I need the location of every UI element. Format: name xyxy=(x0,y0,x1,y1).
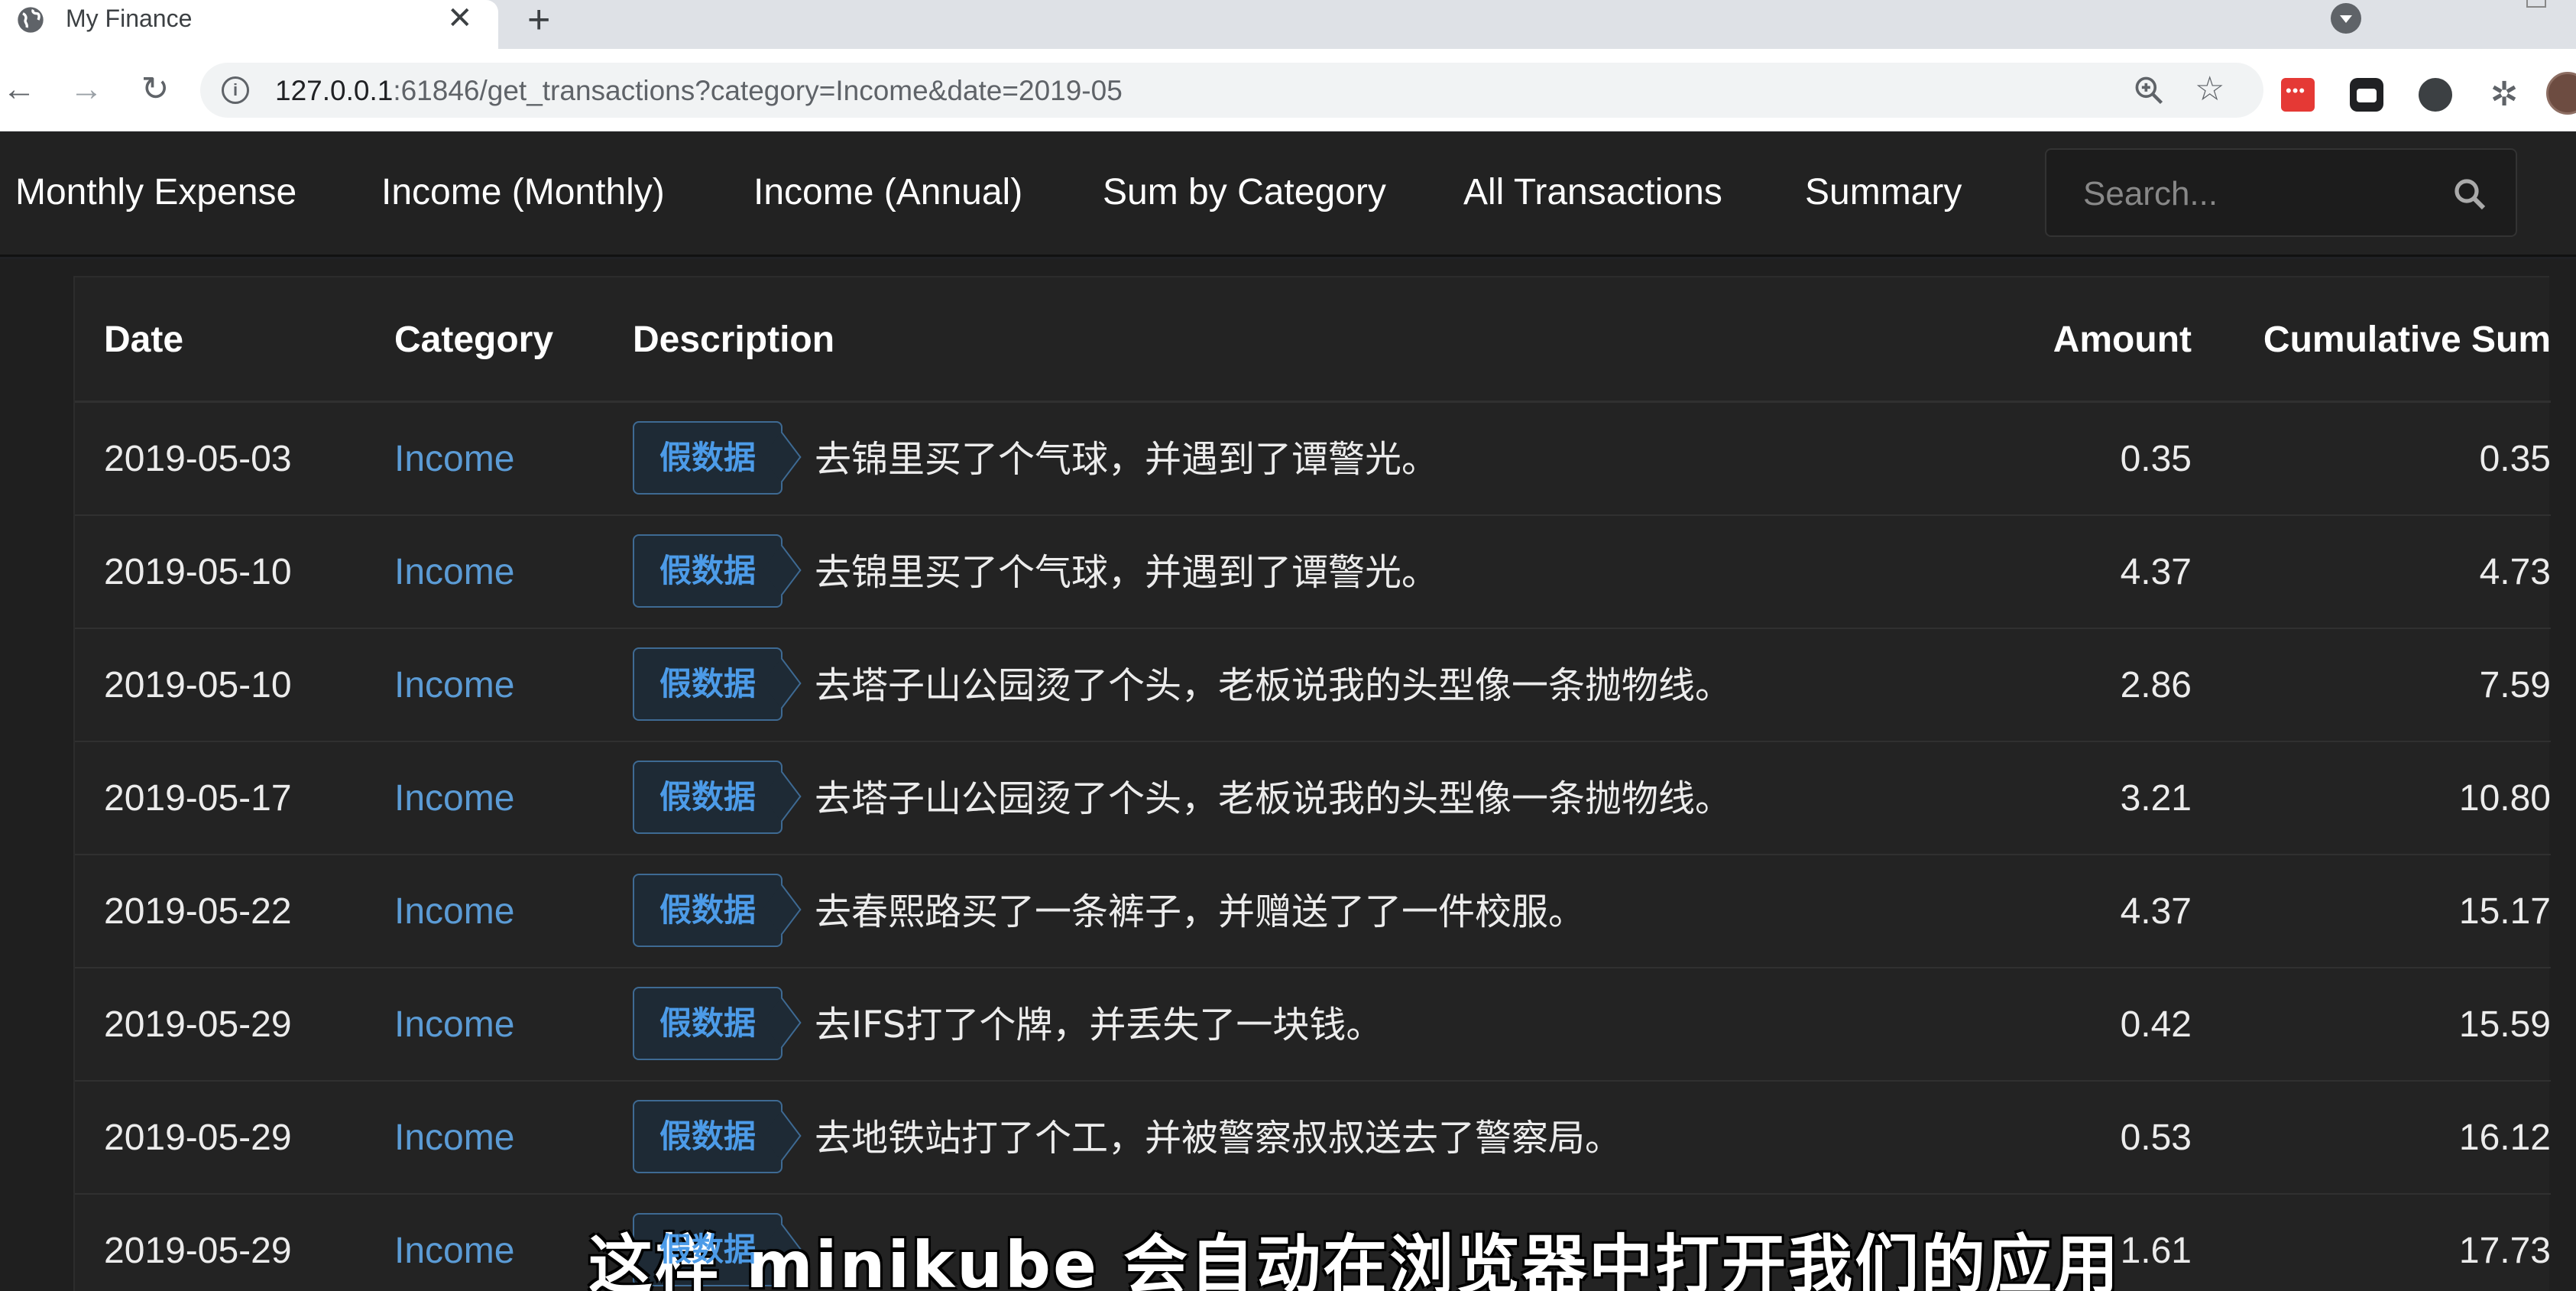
main-content: Date Category Description Amount Cumulat… xyxy=(0,259,2576,1291)
reload-button[interactable]: ↻ xyxy=(136,70,174,109)
fake-data-badge: 假数据 xyxy=(633,647,783,721)
cell-amount: 3.21 xyxy=(2120,778,2192,819)
fake-data-badge: 假数据 xyxy=(633,1100,783,1173)
nav-income-monthly[interactable]: Income (Monthly) xyxy=(381,171,665,213)
cell-amount: 4.37 xyxy=(2120,552,2192,592)
cell-amount: 2.86 xyxy=(2120,665,2192,706)
cell-date: 2019-05-03 xyxy=(104,439,292,479)
browser-toolbar: ← → ↻ i 127.0.0.1:61846/get_transactions… xyxy=(0,49,2576,131)
cell-cumulative-sum: 0.35 xyxy=(2479,439,2551,479)
cell-amount: 4.37 xyxy=(2120,891,2192,932)
nav-income-annual[interactable]: Income (Annual) xyxy=(753,171,1022,213)
nav-summary[interactable]: Summary xyxy=(1805,171,1962,213)
fake-data-badge: 假数据 xyxy=(633,534,783,608)
video-subtitle: 这样 minikube 会自动在浏览器中打开我们的应用 xyxy=(588,1228,2121,1291)
cell-category-link[interactable]: Income xyxy=(394,968,514,1082)
forward-button[interactable]: → xyxy=(67,70,105,109)
address-bar[interactable]: i 127.0.0.1:61846/get_transactions?categ… xyxy=(200,63,2263,118)
window-restore-icon[interactable] xyxy=(2526,0,2546,8)
cell-description: 去塔子山公园烫了个头，老板说我的头型像一条抛物线。 xyxy=(815,777,1732,820)
cell-cumulative-sum: 15.59 xyxy=(2458,1004,2551,1045)
extension-red-icon[interactable] xyxy=(2281,78,2315,112)
tab-title: My Finance xyxy=(66,5,193,32)
zoom-icon[interactable] xyxy=(2132,73,2166,107)
extensions-puzzle-icon[interactable]: ✲ xyxy=(2487,78,2521,112)
cell-description: 去锦里买了个气球，并遇到了谭警光。 xyxy=(815,438,1439,481)
table-row: 2019-05-10 Income 假数据 去塔子山公园烫了个头，老板说我的头型像一条… xyxy=(75,629,2551,742)
header-category[interactable]: Category xyxy=(394,277,553,403)
app-navbar: Monthly Expense Income (Monthly) Income … xyxy=(0,131,2576,257)
table-row: 2019-05-29 Income 假数据 去地铁站打了个工，并被警察叔叔送去了警察局… xyxy=(75,1082,2551,1195)
cell-amount: 0.42 xyxy=(2120,1004,2192,1045)
cell-category-link[interactable]: Income xyxy=(394,855,514,968)
cell-description: 去锦里买了个气球，并遇到了谭警光。 xyxy=(815,551,1439,594)
header-amount[interactable]: Amount xyxy=(2053,277,2192,403)
table-header-row: Date Category Description Amount Cumulat… xyxy=(75,277,2551,403)
back-button[interactable]: ← xyxy=(0,70,38,109)
cell-date: 2019-05-10 xyxy=(104,665,292,706)
cell-description: 去春熙路买了一条裤子，并赠送了了一件校服。 xyxy=(815,890,1586,933)
cell-cumulative-sum: 17.73 xyxy=(2458,1231,2551,1271)
tab-close-icon[interactable]: ✕ xyxy=(447,3,473,34)
table-row: 2019-05-29 Income 假数据 去IFS打了个牌，并丢失了一块钱。 0.42… xyxy=(75,968,2551,1082)
fake-data-badge: 假数据 xyxy=(633,987,783,1060)
extension-dark-icon[interactable] xyxy=(2350,78,2383,112)
cell-amount: 0.53 xyxy=(2120,1117,2192,1158)
cell-category-link[interactable]: Income xyxy=(394,1195,514,1291)
cell-cumulative-sum: 16.12 xyxy=(2458,1117,2551,1158)
cell-category-link[interactable]: Income xyxy=(394,516,514,629)
cell-date: 2019-05-29 xyxy=(104,1004,292,1045)
header-description[interactable]: Description xyxy=(633,277,834,403)
cell-date: 2019-05-29 xyxy=(104,1117,292,1158)
site-info-icon[interactable]: i xyxy=(222,76,249,104)
cell-date: 2019-05-17 xyxy=(104,778,292,819)
cell-category-link[interactable]: Income xyxy=(394,403,514,516)
table-row: 2019-05-10 Income 假数据 去锦里买了个气球，并遇到了谭警光。 4.37… xyxy=(75,516,2551,629)
header-cumulative-sum[interactable]: Cumulative Sum xyxy=(2184,277,2551,403)
table-row: 2019-05-03 Income 假数据 去锦里买了个气球，并遇到了谭警光。 0.35… xyxy=(75,403,2551,516)
table-row: 2019-05-22 Income 假数据 去春熙路买了一条裤子，并赠送了了一件校服。… xyxy=(75,855,2551,968)
cell-date: 2019-05-29 xyxy=(104,1231,292,1271)
cell-amount: 0.35 xyxy=(2120,439,2192,479)
cell-category-link[interactable]: Income xyxy=(394,742,514,855)
cell-cumulative-sum: 4.73 xyxy=(2479,552,2551,592)
fake-data-badge: 假数据 xyxy=(633,421,783,495)
browser-tabstrip: My Finance ✕ + xyxy=(0,0,2576,49)
search-icon[interactable] xyxy=(2451,176,2488,212)
table-row: 2019-05-17 Income 假数据 去塔子山公园烫了个头，老板说我的头型像一条… xyxy=(75,742,2551,855)
cell-description: 去IFS打了个牌，并丢失了一块钱。 xyxy=(815,1004,1383,1046)
cell-category-link[interactable]: Income xyxy=(394,629,514,742)
bookmark-star-icon[interactable]: ☆ xyxy=(2195,70,2224,109)
cell-description: 去地铁站打了个工，并被警察叔叔送去了警察局。 xyxy=(815,1117,1622,1160)
tab-search-icon[interactable] xyxy=(2331,3,2361,34)
cell-date: 2019-05-10 xyxy=(104,552,292,592)
transactions-table: Date Category Description Amount Cumulat… xyxy=(73,276,2551,1291)
cell-amount: 1.61 xyxy=(2120,1231,2192,1271)
cell-date: 2019-05-22 xyxy=(104,891,292,932)
search-input[interactable] xyxy=(2083,173,2435,216)
browser-tab[interactable]: My Finance ✕ xyxy=(0,0,498,49)
globe-icon xyxy=(18,7,44,33)
url-text[interactable]: 127.0.0.1:61846/get_transactions?categor… xyxy=(275,75,1123,107)
cell-cumulative-sum: 15.17 xyxy=(2458,891,2551,932)
cell-cumulative-sum: 7.59 xyxy=(2479,665,2551,706)
nav-sum-by-category[interactable]: Sum by Category xyxy=(1103,171,1386,213)
search-box xyxy=(2045,148,2517,237)
extension-spy-icon[interactable] xyxy=(2419,78,2452,112)
cell-description: 去塔子山公园烫了个头，老板说我的头型像一条抛物线。 xyxy=(815,664,1732,707)
cell-category-link[interactable]: Income xyxy=(394,1082,514,1195)
fake-data-badge: 假数据 xyxy=(633,761,783,834)
profile-avatar[interactable] xyxy=(2546,72,2576,115)
fake-data-badge: 假数据 xyxy=(633,874,783,947)
nav-all-transactions[interactable]: All Transactions xyxy=(1463,171,1722,213)
new-tab-button[interactable]: + xyxy=(527,0,550,40)
nav-monthly-expense[interactable]: Monthly Expense xyxy=(15,171,296,213)
cell-cumulative-sum: 10.80 xyxy=(2458,778,2551,819)
header-date[interactable]: Date xyxy=(104,277,183,403)
